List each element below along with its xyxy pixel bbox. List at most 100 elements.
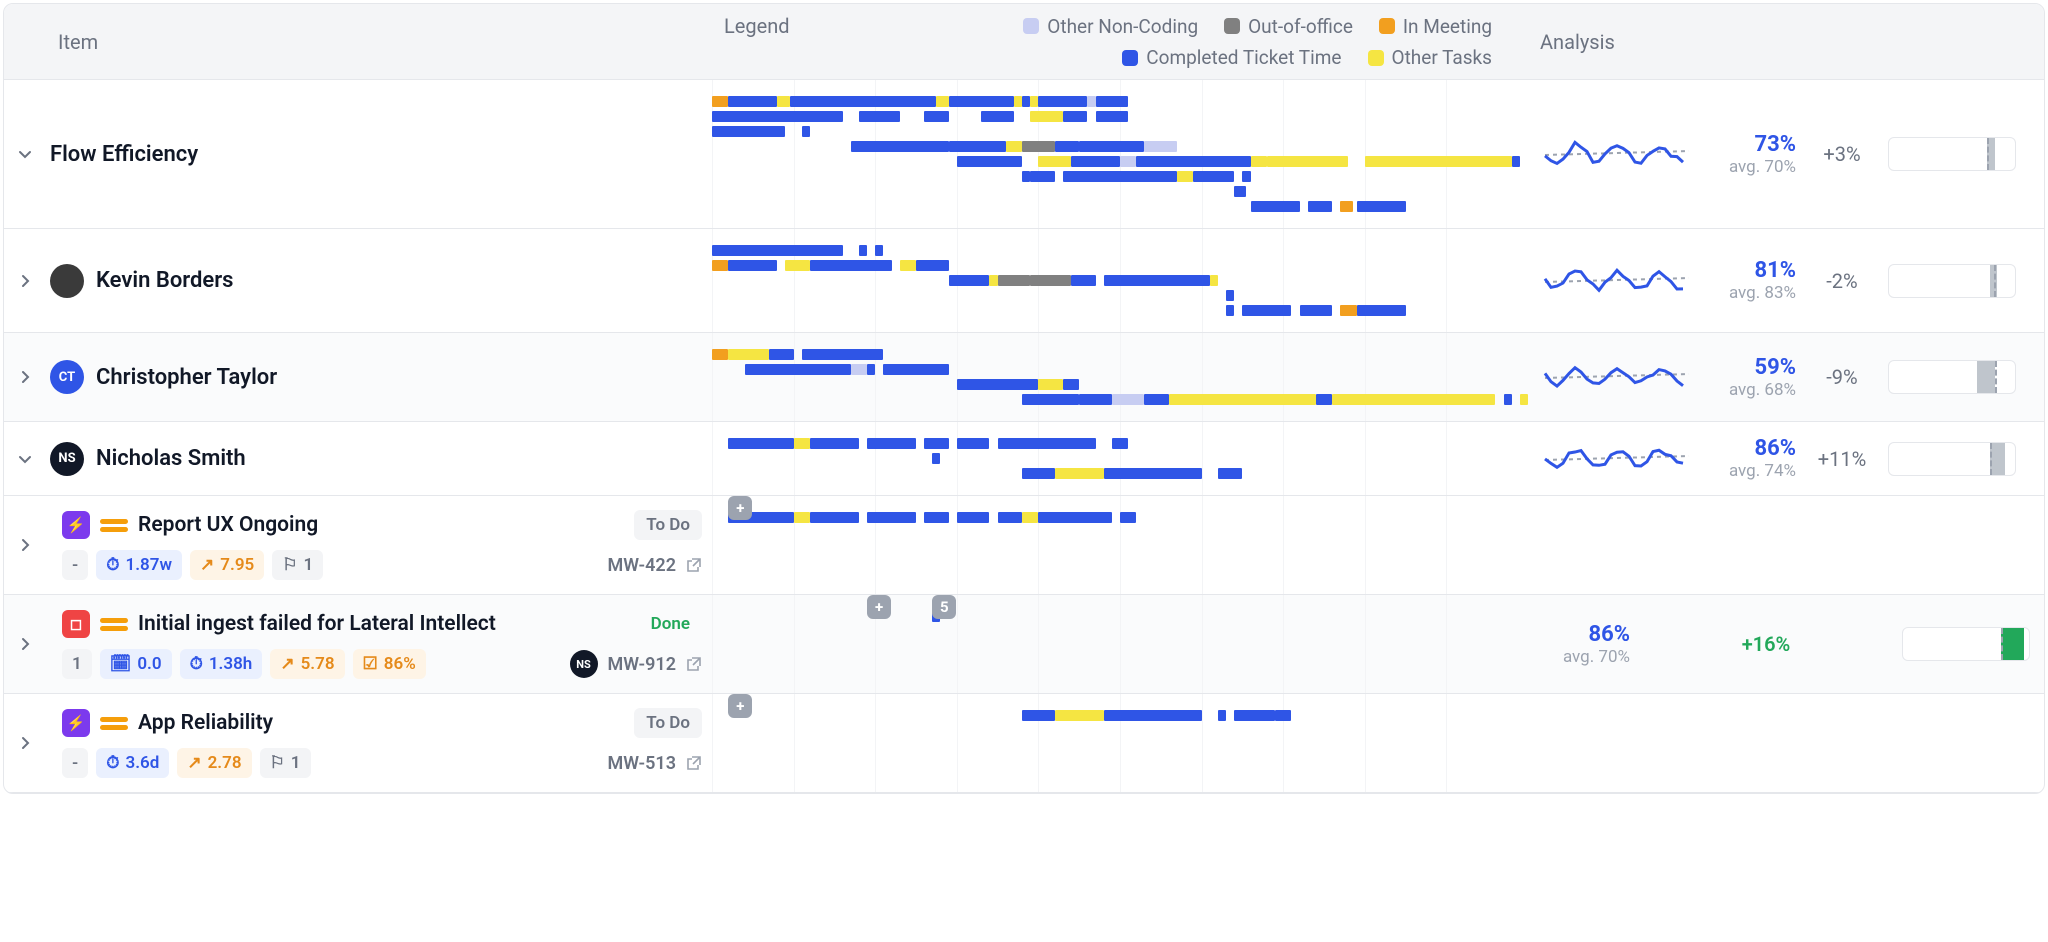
gantt-chart xyxy=(712,422,1528,495)
ticket-title[interactable]: Report UX Ongoing xyxy=(138,513,318,537)
analysis-cell: 86% avg. 74% +11% xyxy=(1528,422,2044,495)
ticket-id[interactable]: MW-422 xyxy=(608,555,676,576)
chip-value: 0.0 xyxy=(137,654,161,674)
analysis-avg: avg. 74% xyxy=(1729,461,1796,481)
chevron-right-icon xyxy=(17,636,33,652)
chip-icon: ⏱ xyxy=(106,753,119,773)
gantt-chart: + xyxy=(712,496,1528,594)
legend-label: Completed Ticket Time xyxy=(1146,46,1341,69)
metric-chip[interactable]: ⚐1 xyxy=(260,748,311,778)
analysis-avg: avg. 70% xyxy=(1563,647,1630,667)
status-badge[interactable]: To Do xyxy=(634,510,702,540)
chip-value: 1.87w xyxy=(126,555,173,575)
chevron-right-icon xyxy=(17,537,33,553)
metric-chip[interactable]: ☑86% xyxy=(353,649,426,679)
chip-value: 5.78 xyxy=(301,654,335,674)
analysis-cell: 81% avg. 83% -2% xyxy=(1528,229,2044,332)
chip-value: 1 xyxy=(72,654,82,674)
table-row: Kevin Borders 81% avg. 83% -2% xyxy=(4,229,2044,333)
status-badge[interactable]: To Do xyxy=(634,708,702,738)
chip-icon: ⚐ xyxy=(282,555,297,575)
person-name: Christopher Taylor xyxy=(96,365,277,390)
analysis-delta: -2% xyxy=(1812,269,1872,293)
chevron-down-icon xyxy=(17,146,33,162)
analysis-pct: 81% xyxy=(1754,258,1796,283)
gantt-chart: +5 xyxy=(712,595,1528,693)
metric-chip[interactable]: 🗓0.0 xyxy=(100,649,172,679)
row-person: CT Christopher Taylor xyxy=(46,333,712,421)
avatar: NS xyxy=(50,442,84,476)
row-person: Kevin Borders xyxy=(46,229,712,332)
person-name: Nicholas Smith xyxy=(96,446,246,471)
chip-icon: ⚐ xyxy=(270,753,285,773)
chip-value: - xyxy=(72,555,78,575)
metric-chip[interactable]: ↗7.95 xyxy=(190,550,264,580)
ticket-ref: MW-422 xyxy=(608,555,702,576)
ticket-ref: MW-513 xyxy=(608,753,702,774)
external-link-icon[interactable] xyxy=(686,755,702,771)
header-spacer xyxy=(4,4,46,79)
external-link-icon[interactable] xyxy=(686,557,702,573)
expand-toggle[interactable] xyxy=(4,333,46,421)
ticket-id[interactable]: MW-912 xyxy=(608,654,676,675)
sparkline xyxy=(1542,258,1692,304)
external-link-icon[interactable] xyxy=(686,656,702,672)
analysis-cell: 73% avg. 70% +3% xyxy=(1528,80,2044,228)
metric-chip[interactable]: 1 xyxy=(62,649,92,679)
chip-icon: ⏱ xyxy=(106,555,119,575)
delta-bar xyxy=(1888,137,2016,171)
expand-toggle[interactable] xyxy=(4,422,46,495)
chip-value: 2.78 xyxy=(208,753,242,773)
chip-icon: ↗ xyxy=(280,654,294,674)
expand-toggle[interactable] xyxy=(4,80,46,228)
header-legend: LegendOther Non-CodingOut-of-officeIn Me… xyxy=(712,4,1528,79)
metric-chip[interactable]: ↗ 5.78 xyxy=(270,649,344,679)
gantt-chart xyxy=(712,80,1528,228)
metric-chip[interactable]: - xyxy=(62,550,88,580)
metric-chip[interactable]: ⏱ 1.87w xyxy=(96,550,182,580)
sparkline xyxy=(1542,354,1692,400)
gantt-chart xyxy=(712,333,1528,421)
analysis-pct: 86% xyxy=(1588,622,1630,647)
metric-chip[interactable]: ⚐1 xyxy=(272,550,323,580)
delta-bar xyxy=(1888,360,2016,394)
metric-chip[interactable]: ↗ 2.78 xyxy=(177,748,251,778)
metric-chip[interactable]: - xyxy=(62,748,88,778)
assignee-avatar[interactable]: NS xyxy=(570,650,598,678)
metric-chip[interactable]: ⏱3.6d xyxy=(96,748,169,778)
ticket-title[interactable]: App Reliability xyxy=(138,711,273,735)
priority-icon xyxy=(100,614,128,634)
ticket-ref: NS MW-912 xyxy=(570,650,702,678)
delta-bar xyxy=(1888,264,2016,298)
header-item: Item xyxy=(46,4,712,79)
legend-item: In Meeting xyxy=(1379,14,1492,38)
analysis-cell: 59% avg. 68% -9% xyxy=(1528,333,2044,421)
ticket-row: ⚡ Report UX Ongoing To Do -⏱1.87w↗7.95⚐1… xyxy=(4,496,2044,595)
expand-toggle[interactable] xyxy=(4,496,46,594)
analysis-pct: 86% xyxy=(1754,436,1796,461)
chip-row: - ⏱ 1.87w ↗7.95 ⚐1 xyxy=(62,550,323,580)
legend-label: Out-of-office xyxy=(1248,15,1353,38)
expand-toggle[interactable] xyxy=(4,229,46,332)
legend-item: Out-of-office xyxy=(1224,14,1353,38)
ticket-title[interactable]: Initial ingest failed for Lateral Intell… xyxy=(138,612,496,636)
ticket-row: ⚡ App Reliability To Do -⏱3.6d↗2.78⚐1 MW… xyxy=(4,694,2044,793)
delta-bar xyxy=(1902,627,2030,661)
avatar xyxy=(50,264,84,298)
expand-toggle[interactable] xyxy=(4,595,46,693)
header-analysis: Analysis xyxy=(1528,4,2044,79)
chip-value: 86% xyxy=(384,654,416,674)
table-row: CT Christopher Taylor 59% avg. 68% -9% xyxy=(4,333,2044,422)
delta-bar xyxy=(1888,442,2016,476)
ticket-item: ⚡ Report UX Ongoing To Do -⏱1.87w↗7.95⚐1… xyxy=(46,496,712,594)
person-name: Kevin Borders xyxy=(96,268,233,293)
metric-chip[interactable]: ⏱1.38h xyxy=(180,649,263,679)
analysis-cell xyxy=(1528,496,2044,594)
chip-icon: ↗ xyxy=(187,753,201,773)
report-table: Item LegendOther Non-CodingOut-of-office… xyxy=(3,3,2045,794)
ticket-id[interactable]: MW-513 xyxy=(608,753,676,774)
status-badge[interactable]: Done xyxy=(639,609,702,639)
avatar: CT xyxy=(50,360,84,394)
expand-toggle[interactable] xyxy=(4,694,46,792)
table-header: Item LegendOther Non-CodingOut-of-office… xyxy=(4,4,2044,80)
